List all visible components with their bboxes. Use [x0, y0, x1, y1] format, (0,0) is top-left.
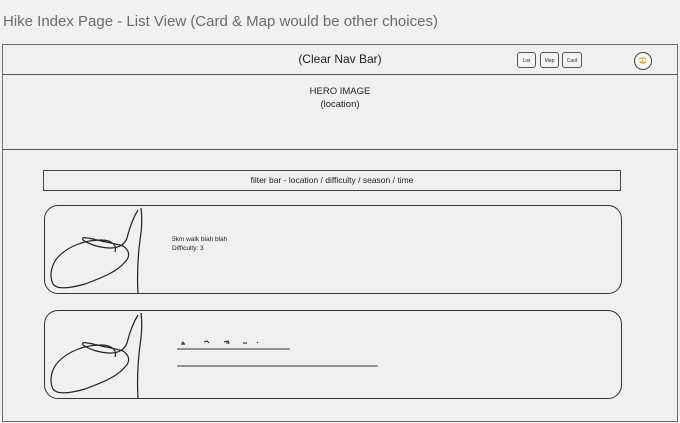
- hero-subtitle: (location): [320, 99, 360, 110]
- image-placeholder-scribble-icon: [50, 207, 143, 294]
- hero-image: HERO IMAGE (location): [3, 75, 677, 150]
- hero-title: HERO IMAGE: [309, 86, 371, 97]
- page-title: Hike Index Page - List View (Card & Map …: [3, 13, 438, 30]
- image-placeholder-scribble-icon: [50, 312, 143, 399]
- browser-frame: (Clear Nav Bar) List Map Card HERO IMAGE…: [2, 44, 678, 422]
- smiley-icon: [638, 57, 647, 64]
- avatar[interactable]: [634, 52, 652, 70]
- hike-difficulty: Difficulty: 3: [172, 245, 204, 252]
- card-view-button[interactable]: Card: [562, 52, 582, 68]
- map-view-button[interactable]: Map: [540, 52, 559, 68]
- filter-bar[interactable]: filter bar - location / difficulty / sea…: [43, 170, 621, 191]
- hike-thumbnail: [45, 206, 155, 294]
- hike-description: 5km walk blah blah: [172, 236, 228, 243]
- list-view-button[interactable]: List: [517, 52, 536, 68]
- text-placeholder-lines: [177, 340, 378, 367]
- hike-list-item[interactable]: [44, 310, 622, 399]
- hike-list-item[interactable]: 5km walk blah blah Difficulty: 3: [44, 205, 622, 294]
- hike-thumbnail: [45, 311, 155, 399]
- nav-bar: (Clear Nav Bar) List Map Card: [3, 45, 677, 75]
